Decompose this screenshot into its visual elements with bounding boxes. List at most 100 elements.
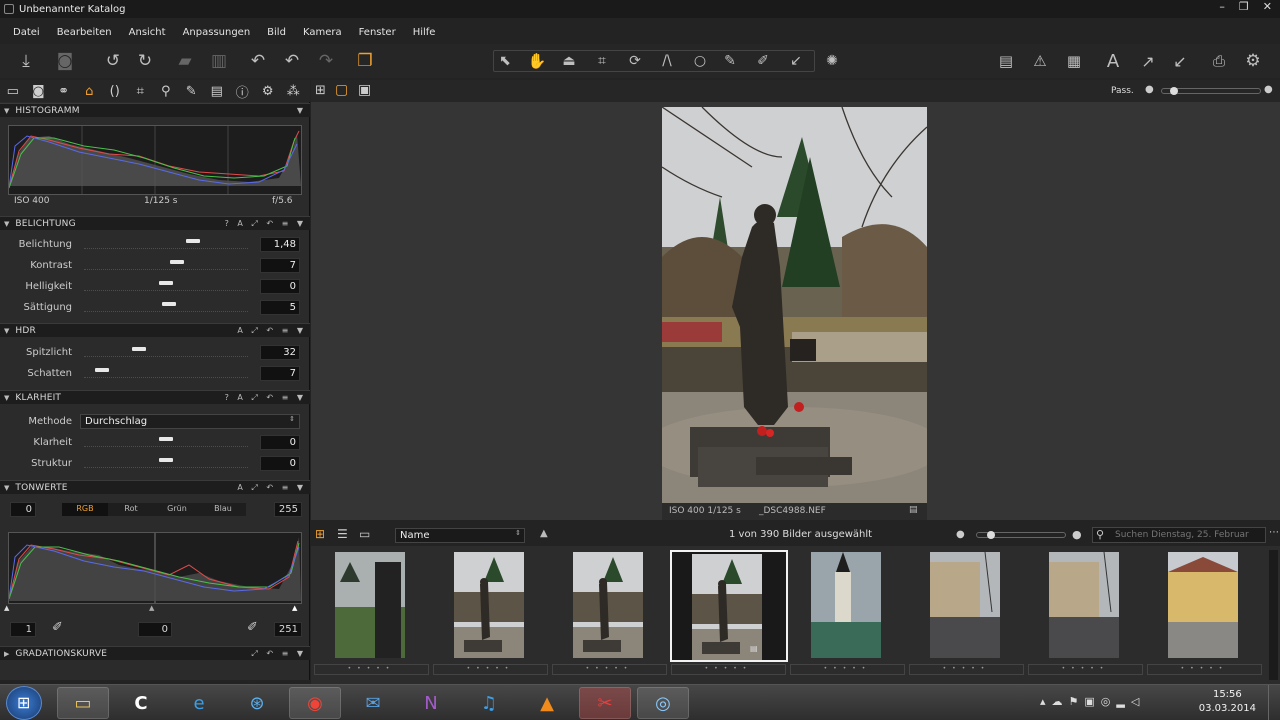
thumb-size-handle[interactable] bbox=[987, 531, 995, 539]
explorer-icon[interactable]: ▭ bbox=[57, 687, 109, 719]
belichtung-header[interactable]: ▼ BELICHTUNG ? A ⤢ ↶ ≡ ▼ bbox=[0, 216, 310, 230]
search-box[interactable]: ⚲ bbox=[1092, 527, 1266, 543]
ie-icon[interactable]: e bbox=[173, 687, 225, 719]
thumbnail[interactable] bbox=[432, 550, 550, 662]
thumbnail-selected[interactable]: ▤ bbox=[670, 550, 788, 662]
folder-tab-icon[interactable]: ▭ bbox=[0, 84, 26, 99]
slider-track[interactable] bbox=[84, 458, 248, 468]
zoom-slider[interactable] bbox=[1161, 87, 1261, 95]
picker-icon[interactable]: ✐ bbox=[750, 48, 776, 74]
proof-icon[interactable]: ▤ bbox=[993, 48, 1019, 74]
tray-icons[interactable]: ▴☁⚑▣◎▂◁ bbox=[1040, 695, 1145, 708]
slider-value[interactable]: 0 bbox=[260, 456, 300, 471]
info-tab-icon[interactable]: ⓘ bbox=[230, 82, 256, 101]
slider-track[interactable] bbox=[84, 368, 248, 378]
menu-datei[interactable]: Datei bbox=[13, 27, 40, 38]
lens-tab-icon[interactable]: () bbox=[102, 84, 128, 99]
stamp-icon[interactable]: ⏏ bbox=[556, 48, 582, 74]
thumbnail[interactable] bbox=[313, 550, 431, 662]
white-point-handle[interactable]: ▲ bbox=[292, 604, 297, 612]
sort-select[interactable]: Name ⇕ bbox=[395, 528, 525, 543]
thumb-size-slider[interactable] bbox=[976, 531, 1066, 539]
slider-value[interactable]: 1,48 bbox=[260, 237, 300, 252]
tonwerte-output-mid[interactable]: 0 bbox=[138, 622, 172, 637]
channel-blau[interactable]: Blau bbox=[200, 503, 246, 516]
tonwerte-header[interactable]: ▼ TONWERTE A ⤢ ↶ ≡ ▼ bbox=[0, 480, 310, 494]
photo-meta-icon[interactable]: ▤ bbox=[909, 505, 918, 515]
meta-tab-icon[interactable]: ▤ bbox=[204, 84, 230, 99]
trash-icon[interactable]: ▥ bbox=[206, 48, 232, 74]
thumbnail[interactable] bbox=[551, 550, 669, 662]
section-tools-icons[interactable]: A ⤢ ↶ ≡ ▼ bbox=[237, 483, 306, 493]
thumbnail-rating[interactable]: ••••• bbox=[314, 664, 429, 675]
section-tools-icons[interactable]: ? A ⤢ ↶ ≡ ▼ bbox=[225, 219, 306, 229]
gear-tab-icon[interactable]: ⚙ bbox=[255, 84, 281, 99]
batch-tab-icon[interactable]: ⁂ bbox=[281, 84, 307, 99]
midpoint-handle[interactable]: ▲ bbox=[149, 604, 154, 612]
slider-value[interactable]: 7 bbox=[260, 366, 300, 381]
tonwerte-output-low[interactable]: 1 bbox=[10, 622, 36, 637]
paste-arrow-icon[interactable]: ↙ bbox=[1167, 48, 1193, 74]
undo-icon[interactable]: ↶ bbox=[279, 48, 305, 74]
slider-handle[interactable] bbox=[162, 302, 176, 306]
menu-anpassungen[interactable]: Anpassungen bbox=[183, 27, 251, 38]
slider-handle[interactable] bbox=[159, 458, 173, 462]
hdr-header[interactable]: ▼ HDR A ⤢ ↶ ≡ ▼ bbox=[0, 323, 310, 337]
undo-all-icon[interactable]: ↶ bbox=[245, 48, 271, 74]
brush-tab-icon[interactable]: ✎ bbox=[179, 84, 205, 99]
slider-value[interactable]: 0 bbox=[260, 435, 300, 450]
fullscreen-icon[interactable]: ▣ bbox=[358, 82, 371, 98]
tonwerte-input-min[interactable]: 0 bbox=[10, 502, 36, 517]
collapse-arrow-icon[interactable]: ▼ bbox=[4, 484, 9, 492]
black-point-handle[interactable]: ▲ bbox=[4, 604, 9, 612]
thunderbird-icon[interactable]: ✉ bbox=[347, 687, 399, 719]
slider-track[interactable] bbox=[84, 260, 248, 270]
brush-icon[interactable]: ✎ bbox=[717, 48, 743, 74]
minimize-button[interactable]: – bbox=[1219, 0, 1225, 13]
thumbnail-rating[interactable]: ••••• bbox=[552, 664, 667, 675]
clock[interactable]: 15:56 03.03.2014 bbox=[1199, 688, 1256, 716]
sort-direction-icon[interactable]: ▲ bbox=[540, 528, 548, 539]
capture-one-pro-icon[interactable]: ◎ bbox=[637, 687, 689, 719]
thumb-view-icon[interactable]: ⊞ bbox=[315, 527, 325, 541]
select-icon[interactable]: ⬉ bbox=[492, 48, 518, 74]
histogram-menu-icon[interactable]: ▼ bbox=[297, 106, 306, 115]
main-photo[interactable] bbox=[662, 107, 927, 503]
settings-icon[interactable]: ⚙ bbox=[1240, 48, 1266, 74]
move-folder-icon[interactable]: ▰ bbox=[172, 48, 198, 74]
slider-handle[interactable] bbox=[186, 239, 200, 243]
black-picker-icon[interactable]: ✐ bbox=[52, 620, 63, 635]
safari-icon[interactable]: ⊛ bbox=[231, 687, 283, 719]
slider-track[interactable] bbox=[84, 347, 248, 357]
camera-tab-icon[interactable]: ◙ bbox=[26, 84, 52, 99]
slider-value[interactable]: 5 bbox=[260, 300, 300, 315]
white-picker-icon[interactable]: ✐ bbox=[247, 620, 258, 635]
slider-handle[interactable] bbox=[94, 368, 109, 372]
menu-kamera[interactable]: Kamera bbox=[303, 27, 342, 38]
thumbnail[interactable] bbox=[908, 550, 1026, 662]
stack-icon[interactable]: ❐ bbox=[352, 48, 378, 74]
slider-track[interactable] bbox=[84, 437, 248, 447]
thumbnail-rating[interactable]: ••••• bbox=[790, 664, 905, 675]
thumbnail[interactable] bbox=[789, 550, 907, 662]
menu-hilfe[interactable]: Hilfe bbox=[413, 27, 436, 38]
redo-icon[interactable]: ↷ bbox=[313, 48, 339, 74]
klarheit-header[interactable]: ▼ KLARHEIT ? A ⤢ ↶ ≡ ▼ bbox=[0, 390, 310, 404]
search-input[interactable] bbox=[1115, 529, 1263, 541]
levels-chart[interactable] bbox=[8, 532, 302, 604]
menu-fenster[interactable]: Fenster bbox=[359, 27, 396, 38]
camera-icon[interactable]: ◙ bbox=[52, 48, 78, 74]
section-tools-icons[interactable]: A ⤢ ↶ ≡ ▼ bbox=[237, 326, 306, 336]
crop-tab-icon[interactable]: ⌗ bbox=[128, 84, 154, 99]
collapse-arrow-icon[interactable]: ▼ bbox=[4, 220, 9, 228]
slider-handle[interactable] bbox=[159, 437, 173, 441]
menu-bearbeiten[interactable]: Bearbeiten bbox=[57, 27, 112, 38]
browser-scrollbar[interactable] bbox=[1269, 550, 1278, 680]
slider-handle[interactable] bbox=[159, 281, 173, 285]
section-tools-icons[interactable]: ⤢ ↶ ≡ ▼ bbox=[251, 649, 306, 659]
gradation-header[interactable]: ▶ GRADATIONSKURVE ⤢ ↶ ≡ ▼ bbox=[0, 646, 310, 660]
text-icon[interactable]: A bbox=[1100, 48, 1126, 74]
print-icon[interactable]: ⎙ bbox=[1206, 48, 1232, 74]
more-options-icon[interactable]: ⋯ bbox=[1269, 527, 1279, 538]
hand-icon[interactable]: ✋ bbox=[524, 48, 550, 74]
